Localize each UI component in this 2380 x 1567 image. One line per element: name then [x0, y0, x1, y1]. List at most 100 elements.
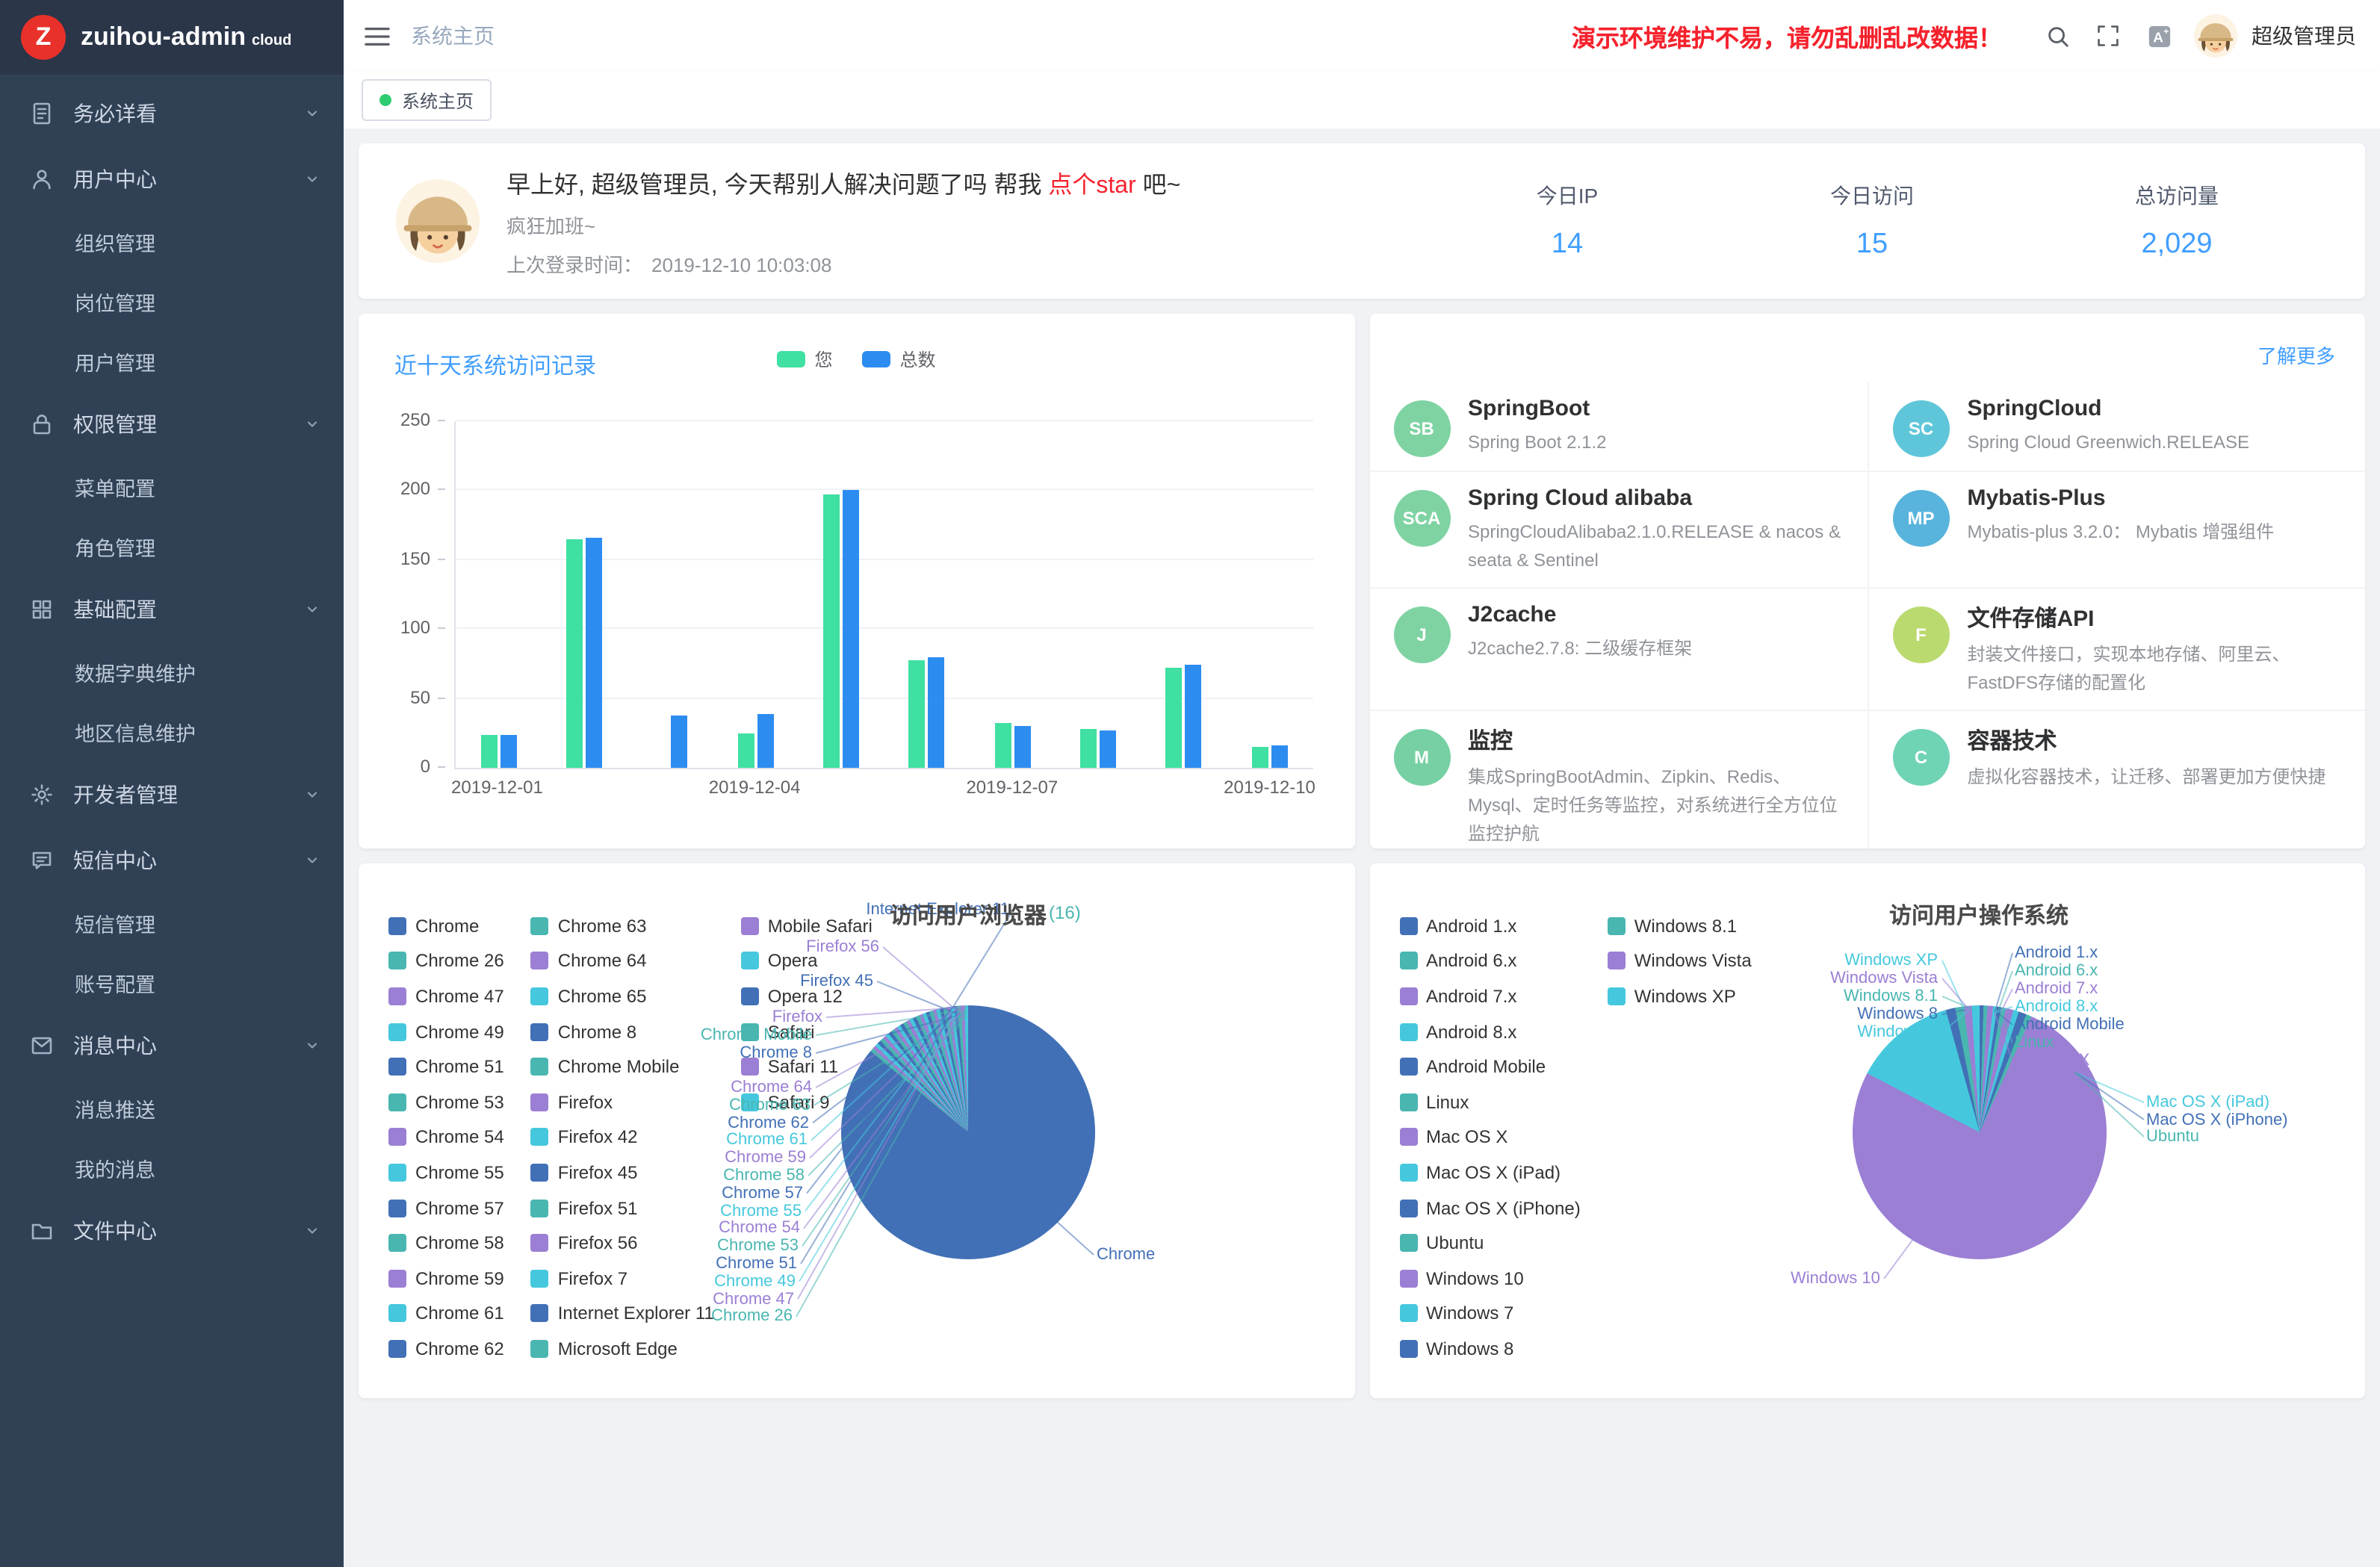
sidebar-item-label: 开发者管理 [73, 780, 305, 810]
fullscreen-icon[interactable] [2083, 0, 2133, 72]
tech-grid: SBSpringBootSpring Boot 2.1.2SCSpringClo… [1369, 382, 2365, 848]
chevron-down-icon [305, 787, 320, 802]
legend-item-Chrome 58[interactable]: Chrome 58 [388, 1226, 504, 1261]
legend-item-Windows 10[interactable]: Windows 10 [1399, 1261, 1581, 1296]
learn-more-link[interactable]: 了解更多 [2257, 341, 2335, 369]
legend-swatch [1399, 987, 1417, 1005]
sidebar-subitem[interactable]: 数据字典维护 [0, 642, 344, 702]
sidebar-item-1[interactable]: 用户中心 [0, 146, 344, 212]
legend-item-Firefox 56[interactable]: Firefox 56 [531, 1226, 714, 1261]
sidebar-collapse-icon[interactable] [344, 23, 411, 49]
legend-item-Android 7.x[interactable]: Android 7.x [1399, 978, 1581, 1014]
sidebar-subitem[interactable]: 菜单配置 [0, 457, 344, 517]
bar-您 [1252, 747, 1268, 768]
legend-label: Chrome 58 [415, 1232, 504, 1253]
stat-value: 15 [1720, 229, 2024, 261]
legend-item-Android 6.x[interactable]: Android 6.x [1399, 943, 1581, 978]
legend-item-Chrome 55[interactable]: Chrome 55 [388, 1155, 504, 1190]
visit-chart-card: 近十天系统访问记录 您总数 050100150200250 2019-12-01… [359, 314, 1354, 848]
legend-item-Chrome 54[interactable]: Chrome 54 [388, 1120, 504, 1155]
sidebar-subitem[interactable]: 短信管理 [0, 893, 344, 953]
user-avatar[interactable] [2193, 13, 2238, 58]
legend-item-Chrome 51[interactable]: Chrome 51 [388, 1049, 504, 1085]
sidebar-item-2[interactable]: 权限管理 [0, 391, 344, 457]
legend-item-Firefox[interactable]: Firefox [531, 1085, 714, 1120]
legend-item-Internet Explorer 11[interactable]: Internet Explorer 11 [531, 1296, 714, 1331]
legend-item-Android 1.x[interactable]: Android 1.x [1399, 908, 1581, 943]
legend-item-Chrome 53[interactable]: Chrome 53 [388, 1085, 504, 1120]
bar-group-2019-12-04 [713, 714, 799, 768]
star-link[interactable]: 点个star [1048, 173, 1135, 199]
bar-您 [994, 724, 1011, 768]
pie-label: Chrome 55 [720, 1202, 802, 1220]
legend-item-总数[interactable]: 总数 [863, 347, 936, 372]
legend-swatch [741, 987, 759, 1005]
sidebar-subitem[interactable]: 岗位管理 [0, 272, 344, 332]
legend-item-Firefox 51[interactable]: Firefox 51 [531, 1191, 714, 1226]
bar-group-2019-12-02 [542, 538, 627, 768]
tech-desc: Mybatis-plus 3.2.0： Mybatis 增强组件 [1968, 518, 2275, 546]
legend-item-Chrome 49[interactable]: Chrome 49 [388, 1014, 504, 1049]
bar-总数 [843, 491, 859, 768]
legend-label: Android 6.x [1426, 951, 1516, 972]
user-icon [30, 166, 57, 193]
legend-item-Chrome 8[interactable]: Chrome 8 [531, 1014, 714, 1049]
legend-swatch [531, 917, 549, 935]
legend-label: Firefox 45 [558, 1162, 638, 1183]
sidebar-item-3[interactable]: 基础配置 [0, 577, 344, 642]
username[interactable]: 超级管理员 [2252, 21, 2356, 51]
legend-item-Firefox 7[interactable]: Firefox 7 [531, 1261, 714, 1296]
sidebar-subitem[interactable]: 组织管理 [0, 212, 344, 272]
legend-item-Windows XP[interactable]: Windows XP [1608, 978, 1752, 1014]
legend-item-Chrome 64[interactable]: Chrome 64 [531, 943, 714, 978]
legend-item-Chrome 65[interactable]: Chrome 65 [531, 978, 714, 1014]
legend-swatch [531, 1093, 549, 1111]
legend-item-Linux[interactable]: Linux [1399, 1085, 1581, 1120]
tab-系统主页[interactable]: 系统主页 [362, 79, 492, 121]
legend-item-Chrome[interactable]: Chrome [388, 908, 504, 943]
sidebar-item-7[interactable]: 文件中心 [0, 1198, 344, 1264]
legend-item-Microsoft Edge[interactable]: Microsoft Edge [531, 1331, 714, 1366]
legend-label: Chrome 51 [415, 1056, 504, 1077]
legend-item-Mac OS X[interactable]: Mac OS X [1399, 1120, 1581, 1155]
legend-item-Chrome 47[interactable]: Chrome 47 [388, 978, 504, 1014]
sidebar-item-4[interactable]: 开发者管理 [0, 762, 344, 828]
legend-item-Windows 8[interactable]: Windows 8 [1399, 1331, 1581, 1366]
sidebar-item-0[interactable]: 务必详看 [0, 81, 344, 146]
legend-item-Mac OS X (iPhone)[interactable]: Mac OS X (iPhone) [1399, 1191, 1581, 1226]
sidebar-subitem[interactable]: 我的消息 [0, 1138, 344, 1198]
legend-item-Windows Vista[interactable]: Windows Vista [1608, 943, 1752, 978]
pie-label: Chrome 51 [716, 1255, 797, 1273]
legend-item-Ubuntu[interactable]: Ubuntu [1399, 1226, 1581, 1261]
legend-item-Android 8.x[interactable]: Android 8.x [1399, 1014, 1581, 1049]
legend-item-Chrome 62[interactable]: Chrome 62 [388, 1331, 504, 1366]
sidebar-item-5[interactable]: 短信中心 [0, 828, 344, 893]
legend-item-Chrome 59[interactable]: Chrome 59 [388, 1261, 504, 1296]
breadcrumb[interactable]: 系统主页 [411, 21, 495, 51]
legend-item-Mac OS X (iPad)[interactable]: Mac OS X (iPad) [1399, 1155, 1581, 1190]
legend-item-Firefox 45[interactable]: Firefox 45 [531, 1155, 714, 1190]
font-size-icon[interactable]: A+ [2133, 0, 2184, 72]
legend-item-Android Mobile[interactable]: Android Mobile [1399, 1049, 1581, 1085]
sidebar-subitem[interactable]: 消息推送 [0, 1079, 344, 1138]
legend-item-Chrome 57[interactable]: Chrome 57 [388, 1191, 504, 1226]
legend-item-您[interactable]: 您 [777, 347, 832, 372]
legend-item-Windows 8.1[interactable]: Windows 8.1 [1608, 908, 1752, 943]
legend-item-Chrome 63[interactable]: Chrome 63 [531, 908, 714, 943]
legend-item-Firefox 42[interactable]: Firefox 42 [531, 1120, 714, 1155]
bar-总数 [1014, 726, 1030, 768]
tab-label: 系统主页 [402, 87, 474, 113]
sidebar-item-6[interactable]: 消息中心 [0, 1013, 344, 1079]
legend-swatch [531, 1129, 549, 1146]
sidebar-subitem[interactable]: 角色管理 [0, 517, 344, 577]
sidebar-subitem[interactable]: 地区信息维护 [0, 702, 344, 762]
sidebar-subitem[interactable]: 用户管理 [0, 332, 344, 391]
search-icon[interactable] [2032, 0, 2083, 72]
sidebar-subitem[interactable]: 账号配置 [0, 953, 344, 1013]
legend-swatch [531, 1164, 549, 1182]
legend-item-Chrome Mobile[interactable]: Chrome Mobile [531, 1049, 714, 1085]
legend-item-Chrome 61[interactable]: Chrome 61 [388, 1296, 504, 1331]
legend-item-Chrome 26[interactable]: Chrome 26 [388, 943, 504, 978]
legend-item-Windows 7[interactable]: Windows 7 [1399, 1296, 1581, 1331]
pie-label: Chrome 59 [725, 1149, 806, 1167]
